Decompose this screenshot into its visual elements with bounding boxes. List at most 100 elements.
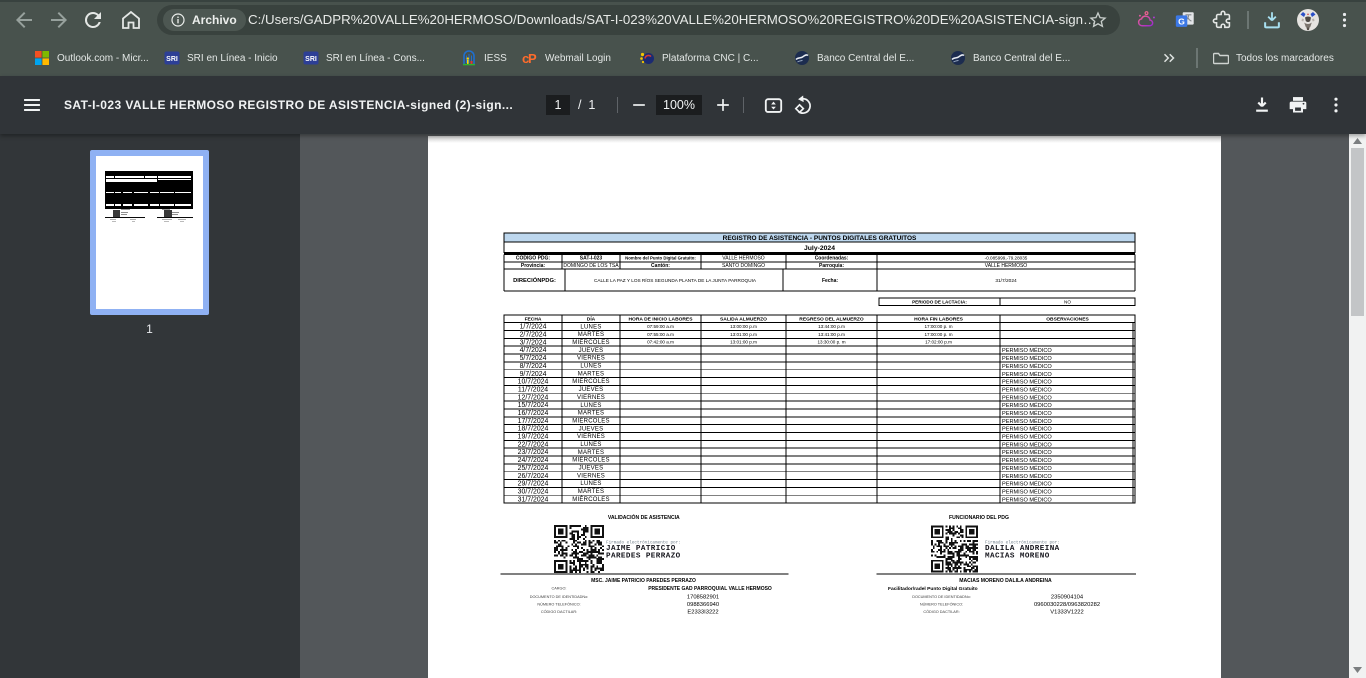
- svg-text:MIÉRCOLES: MIÉRCOLES: [572, 496, 610, 503]
- svg-text:15/7/2024: 15/7/2024: [518, 402, 549, 409]
- svg-text:PERMISO MÉDICO: PERMISO MÉDICO: [1002, 481, 1052, 488]
- svg-text:PAREDES PERRAZO: PAREDES PERRAZO: [606, 553, 681, 561]
- svg-text:8/7/2024: 8/7/2024: [520, 363, 547, 370]
- svg-text:13:01:00 p.m: 13:01:00 p.m: [730, 340, 757, 345]
- svg-text:PERMISO MÉDICO: PERMISO MÉDICO: [1002, 387, 1052, 394]
- svg-text:PERMISO MÉDICO: PERMISO MÉDICO: [1002, 434, 1052, 441]
- svg-text:LUNES: LUNES: [580, 364, 601, 370]
- svg-text:25/7/2024: 25/7/2024: [518, 465, 549, 472]
- svg-text:PERMISO MÉDICO: PERMISO MÉDICO: [1002, 465, 1052, 472]
- svg-text:DOCUMENTO DE IDENTIDADNo:: DOCUMENTO DE IDENTIDADNo:: [530, 595, 589, 599]
- svg-text:24/7/2024: 24/7/2024: [518, 457, 549, 464]
- svg-text:VALLE HERMOSO: VALLE HERMOSO: [985, 263, 1028, 269]
- svg-text:V1333V1222: V1333V1222: [1050, 610, 1084, 616]
- svg-text:17/7/2024: 17/7/2024: [518, 418, 549, 425]
- svg-text:LUNES: LUNES: [580, 403, 601, 409]
- svg-text:PERMISO MÉDICO: PERMISO MÉDICO: [1002, 449, 1052, 456]
- svg-text:NO: NO: [1064, 300, 1071, 305]
- svg-text:PERMISO MÉDICO: PERMISO MÉDICO: [1002, 441, 1052, 448]
- svg-text:10/7/2024: 10/7/2024: [518, 379, 549, 386]
- svg-text:HORA FIN LABORES: HORA FIN LABORES: [914, 317, 963, 323]
- svg-text:3/7/2024: 3/7/2024: [520, 339, 547, 346]
- svg-text:REGRESO DEL ALMUERZO: REGRESO DEL ALMUERZO: [799, 317, 864, 323]
- svg-text:E2333I3222: E2333I3222: [687, 610, 718, 616]
- svg-text:31/7/2024: 31/7/2024: [518, 496, 549, 503]
- svg-text:VIERNES: VIERNES: [577, 434, 605, 440]
- svg-text:MACIAS MORENO DALILA ANDREINA: MACIAS MORENO DALILA ANDREINA: [959, 578, 1052, 584]
- svg-text:MACIAS MORENO: MACIAS MORENO: [985, 553, 1050, 561]
- svg-text:CALLE LA PAZ Y LOS RÍOS SEGUND: CALLE LA PAZ Y LOS RÍOS SEGUNDA PLANTA D…: [594, 277, 757, 283]
- svg-text:Fecha:: Fecha:: [822, 278, 838, 284]
- svg-text:CÓDIGO DACTILAR:: CÓDIGO DACTILAR:: [541, 609, 577, 614]
- svg-text:P: P: [528, 51, 537, 66]
- svg-text:CODIGO PDG:: CODIGO PDG:: [516, 256, 551, 262]
- svg-text:PERMISO MÉDICO: PERMISO MÉDICO: [1002, 473, 1052, 480]
- svg-text:NÚMERO TELEFÓNICO:: NÚMERO TELEFÓNICO:: [920, 602, 963, 607]
- svg-text:SALIDA ALMUERZO: SALIDA ALMUERZO: [720, 317, 767, 323]
- svg-text:0988366940: 0988366940: [687, 602, 719, 608]
- svg-text:2350904104: 2350904104: [1051, 594, 1084, 600]
- svg-text:PERMISO MÉDICO: PERMISO MÉDICO: [1002, 457, 1052, 464]
- svg-text:MIÉRCOLES: MIÉRCOLES: [572, 378, 610, 385]
- svg-text:23/7/2024: 23/7/2024: [518, 449, 549, 456]
- svg-text:1708582901: 1708582901: [687, 594, 719, 600]
- svg-text:PERMISO MÉDICO: PERMISO MÉDICO: [1002, 355, 1052, 362]
- svg-text:MSC. JAIME PATRICIO PAREDES PE: MSC. JAIME PATRICIO PAREDES PERRAZO: [591, 578, 696, 584]
- svg-text:MARTES: MARTES: [578, 371, 604, 377]
- svg-text:MARTES: MARTES: [578, 332, 604, 338]
- svg-text:MARTES: MARTES: [578, 489, 604, 495]
- svg-text:Facilitador/radel Punto Digita: Facilitador/radel Punto Digital Gratuito: [888, 586, 978, 592]
- svg-text:CÓDIGO DACTILAR:: CÓDIGO DACTILAR:: [923, 609, 959, 614]
- svg-text:11/7/2024: 11/7/2024: [518, 387, 548, 394]
- svg-text:VIERNES: VIERNES: [577, 356, 605, 362]
- svg-text:4/7/2024: 4/7/2024: [520, 347, 547, 354]
- svg-text:JUEVES: JUEVES: [579, 387, 604, 393]
- svg-text:5/7/2024: 5/7/2024: [520, 355, 547, 362]
- svg-text:CARGO:: CARGO:: [552, 587, 567, 591]
- svg-text:G: G: [1178, 17, 1185, 27]
- svg-text:PERMISO MÉDICO: PERMISO MÉDICO: [1002, 371, 1052, 378]
- svg-text:SAT-I-023: SAT-I-023: [580, 256, 603, 262]
- svg-text:PERMISO MÉDICO: PERMISO MÉDICO: [1002, 426, 1052, 433]
- svg-text:Parroquia:: Parroquia:: [819, 263, 844, 269]
- svg-text:13:41:00 p.m: 13:41:00 p.m: [818, 332, 845, 337]
- svg-text:PERMISO MÉDICO: PERMISO MÉDICO: [1002, 496, 1052, 503]
- svg-text:Nombre del Punto Digital Gratu: Nombre del Punto Digital Gratuito:: [625, 256, 696, 261]
- svg-text:Cantón:: Cantón:: [651, 263, 670, 269]
- svg-text:LUNES: LUNES: [580, 442, 601, 448]
- svg-text:MARTES: MARTES: [578, 450, 604, 456]
- svg-text:JUEVES: JUEVES: [579, 348, 604, 354]
- svg-text:VIERNES: VIERNES: [577, 473, 605, 479]
- svg-text:13:44:00 p.m: 13:44:00 p.m: [818, 324, 845, 329]
- svg-text:13:00:00 p.m: 13:00:00 p.m: [730, 324, 757, 329]
- svg-text:9/7/2024: 9/7/2024: [520, 371, 547, 378]
- svg-text:MARTES: MARTES: [578, 411, 604, 417]
- svg-text:NÚMERO TELEFÓNICO:: NÚMERO TELEFÓNICO:: [537, 602, 580, 607]
- svg-text:-0.085999,-79.28035: -0.085999,-79.28035: [985, 256, 1028, 261]
- svg-text:30/7/2024: 30/7/2024: [518, 489, 549, 496]
- svg-text:MIÉRCOLES: MIÉRCOLES: [572, 457, 610, 464]
- svg-text:DÍA: DÍA: [587, 315, 596, 323]
- svg-text:JUEVES: JUEVES: [579, 426, 604, 432]
- svg-text:JUEVES: JUEVES: [579, 466, 604, 472]
- svg-text:07:55:00 a.m: 07:55:00 a.m: [647, 332, 674, 337]
- svg-text:VALLE HERMOSO: VALLE HERMOSO: [722, 256, 765, 262]
- svg-text:SRI: SRI: [166, 56, 178, 63]
- svg-text:29/7/2024: 29/7/2024: [518, 481, 549, 488]
- svg-text:13:30:00 p. m: 13:30:00 p. m: [817, 340, 845, 345]
- svg-text:PERMISO MÉDICO: PERMISO MÉDICO: [1002, 379, 1052, 386]
- svg-text:PERMISO MÉDICO: PERMISO MÉDICO: [1002, 410, 1052, 417]
- svg-text:17:00:00 p. m: 17:00:00 p. m: [924, 324, 952, 329]
- svg-text:FECHA: FECHA: [525, 317, 542, 323]
- svg-text:OBSERVACIONES: OBSERVACIONES: [1046, 317, 1089, 323]
- svg-text:17:00:00 p. m: 17:00:00 p. m: [924, 332, 952, 337]
- svg-text:July-2024: July-2024: [804, 245, 835, 252]
- svg-text:DOMINGO DE LOS TSA: DOMINGO DE LOS TSA: [563, 263, 619, 269]
- svg-text:DIRECIÓNPDG:: DIRECIÓNPDG:: [513, 276, 556, 284]
- svg-text:19/7/2024: 19/7/2024: [518, 434, 549, 441]
- svg-text:MIÉRCOLES: MIÉRCOLES: [572, 418, 610, 425]
- svg-text:VIERNES: VIERNES: [577, 395, 605, 401]
- svg-text:SANTO DOMINGO: SANTO DOMINGO: [722, 263, 765, 269]
- svg-text:18/7/2024: 18/7/2024: [518, 426, 549, 433]
- svg-text:Coordenadas:: Coordenadas:: [815, 256, 849, 262]
